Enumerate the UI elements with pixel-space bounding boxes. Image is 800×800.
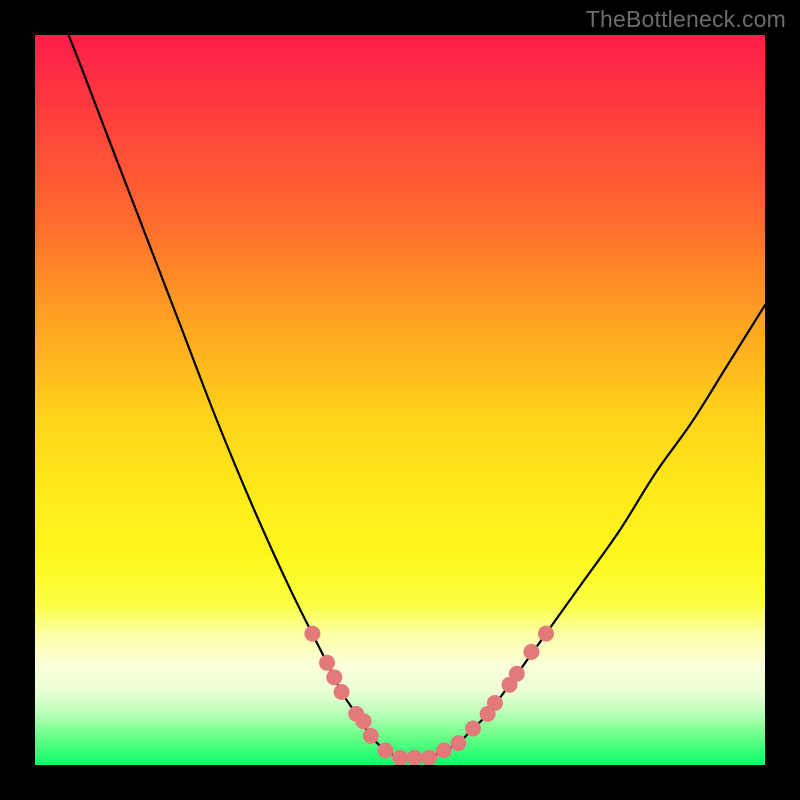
curve-layer	[35, 35, 765, 765]
plot-area	[35, 35, 765, 765]
marker-point	[304, 626, 320, 642]
marker-point	[538, 626, 554, 642]
marker-point	[363, 728, 379, 744]
marker-point	[334, 684, 350, 700]
marker-point	[356, 713, 372, 729]
chart-frame: TheBottleneck.com	[0, 0, 800, 800]
bottleneck-curve	[35, 35, 765, 758]
marker-point	[377, 742, 393, 758]
marker-point	[392, 750, 408, 765]
marker-point	[523, 644, 539, 660]
marker-point	[421, 750, 437, 765]
marker-point	[509, 666, 525, 682]
marker-point	[326, 669, 342, 685]
watermark-text: TheBottleneck.com	[586, 6, 786, 33]
marker-point	[450, 735, 466, 751]
marker-point	[407, 750, 423, 765]
marker-point	[319, 655, 335, 671]
marker-point	[436, 742, 452, 758]
marker-group	[304, 626, 554, 765]
marker-point	[487, 695, 503, 711]
marker-point	[465, 721, 481, 737]
